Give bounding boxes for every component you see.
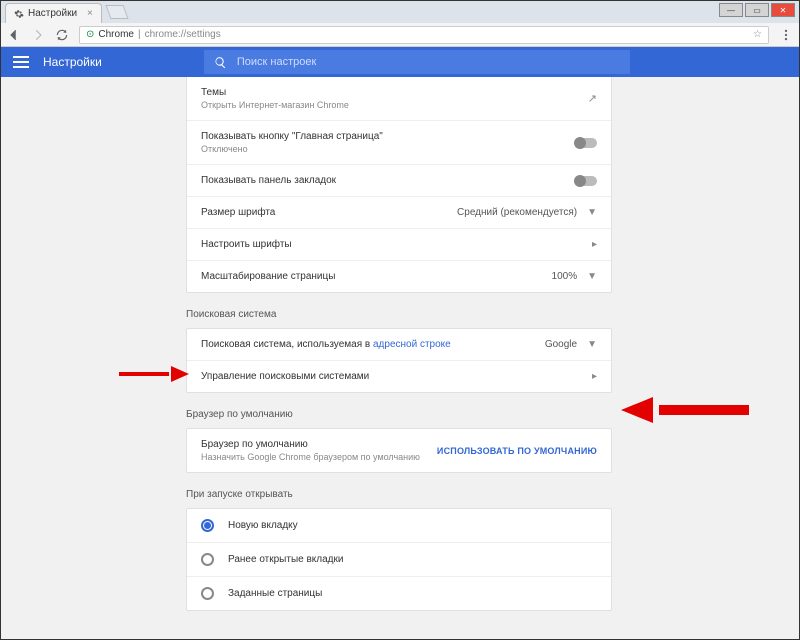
font-size-row[interactable]: Размер шрифта Средний (рекомендуется) ▼ <box>187 197 611 229</box>
zoom-row[interactable]: Масштабирование страницы 100% ▼ <box>187 261 611 292</box>
home-button-toggle[interactable] <box>575 138 597 148</box>
hamburger-menu-icon[interactable] <box>13 56 29 68</box>
radio-label: Новую вкладку <box>228 520 298 531</box>
startup-option-previous[interactable]: Ранее открытые вкладки <box>187 543 611 577</box>
url-input[interactable]: ⊙ Chrome | chrome://settings ☆ <box>79 26 769 44</box>
window-close-button[interactable]: ✕ <box>771 3 795 17</box>
appearance-card: Темы Открыть Интернет-магазин Chrome ↗ П… <box>186 77 612 293</box>
radio-label: Заданные страницы <box>228 588 322 599</box>
url-path: chrome://settings <box>145 29 221 40</box>
manage-search-row[interactable]: Управление поисковыми системами ▸ <box>187 361 611 392</box>
startup-option-new-tab[interactable]: Новую вкладку <box>187 509 611 543</box>
reload-icon[interactable] <box>55 28 69 42</box>
tab-bar: Настройки × <box>1 1 799 23</box>
tab-close-icon[interactable]: × <box>87 8 93 19</box>
zoom-label: Масштабирование страницы <box>201 271 335 282</box>
bookmarks-bar-label: Показывать панель закладок <box>201 175 336 186</box>
url-host: Chrome <box>98 29 134 40</box>
startup-option-specific[interactable]: Заданные страницы <box>187 577 611 610</box>
bookmarks-bar-row: Показывать панель закладок <box>187 165 611 197</box>
search-section-title: Поисковая система <box>186 309 799 320</box>
radio-icon[interactable] <box>201 553 214 566</box>
search-engine-value: Google <box>545 339 577 350</box>
set-default-button[interactable]: ИСПОЛЬЗОВАТЬ ПО УМОЛЧАНИЮ <box>437 446 597 456</box>
default-browser-card: Браузер по умолчанию Назначить Google Ch… <box>186 428 612 473</box>
settings-header: Настройки <box>1 47 799 77</box>
chevron-down-icon: ▼ <box>587 271 597 282</box>
home-button-label: Показывать кнопку "Главная страница" <box>201 131 383 142</box>
secure-icon: ⊙ <box>86 29 94 40</box>
themes-label: Темы <box>201 87 349 98</box>
themes-row[interactable]: Темы Открыть Интернет-магазин Chrome ↗ <box>187 77 611 121</box>
custom-fonts-label: Настроить шрифты <box>201 239 292 250</box>
chevron-right-icon: ▸ <box>592 239 597 250</box>
zoom-value: 100% <box>552 271 578 282</box>
new-tab-button[interactable] <box>105 5 128 19</box>
radio-label: Ранее открытые вкладки <box>228 554 343 565</box>
back-icon[interactable] <box>7 28 21 42</box>
browser-tab-settings[interactable]: Настройки × <box>5 3 102 23</box>
gear-icon <box>14 9 24 19</box>
window-minimize-button[interactable]: — <box>719 3 743 17</box>
radio-icon[interactable] <box>201 519 214 532</box>
external-link-icon: ↗ <box>588 92 597 105</box>
radio-icon[interactable] <box>201 587 214 600</box>
forward-icon[interactable] <box>31 28 45 42</box>
startup-title: При запуске открывать <box>186 489 799 500</box>
window-maximize-button[interactable]: ▭ <box>745 3 769 17</box>
search-icon <box>214 56 227 69</box>
settings-search-box[interactable] <box>204 50 630 74</box>
font-size-value: Средний (рекомендуется) <box>457 207 577 218</box>
search-engine-label: Поисковая система, используемая в адресн… <box>201 339 451 350</box>
default-browser-row: Браузер по умолчанию Назначить Google Ch… <box>187 429 611 472</box>
bookmark-star-icon[interactable]: ☆ <box>753 29 762 40</box>
default-browser-sub: Назначить Google Chrome браузером по умо… <box>201 452 437 462</box>
chevron-right-icon: ▸ <box>592 371 597 382</box>
search-card: Поисковая система, используемая в адресн… <box>186 328 612 393</box>
manage-search-label: Управление поисковыми системами <box>201 371 369 382</box>
font-size-label: Размер шрифта <box>201 207 275 218</box>
themes-sub: Открыть Интернет-магазин Chrome <box>201 100 349 110</box>
home-button-sub: Отключено <box>201 144 383 154</box>
search-engine-row[interactable]: Поисковая система, используемая в адресн… <box>187 329 611 361</box>
annotation-arrow-left <box>119 368 189 380</box>
home-button-row: Показывать кнопку "Главная страница" Отк… <box>187 121 611 165</box>
startup-card: Новую вкладку Ранее открытые вкладки Зад… <box>186 508 612 611</box>
bookmarks-bar-toggle[interactable] <box>575 176 597 186</box>
annotation-arrow-right <box>621 399 749 421</box>
custom-fonts-row[interactable]: Настроить шрифты ▸ <box>187 229 611 261</box>
kebab-menu-icon[interactable] <box>779 28 793 42</box>
default-browser-label: Браузер по умолчанию <box>201 439 437 450</box>
address-bar: ⊙ Chrome | chrome://settings ☆ <box>1 23 799 47</box>
page-title: Настройки <box>43 55 102 69</box>
tab-title: Настройки <box>28 8 77 19</box>
address-bar-link[interactable]: адресной строке <box>373 339 451 350</box>
chevron-down-icon: ▼ <box>587 339 597 350</box>
chevron-down-icon: ▼ <box>587 207 597 218</box>
settings-search-input[interactable] <box>237 56 620 68</box>
